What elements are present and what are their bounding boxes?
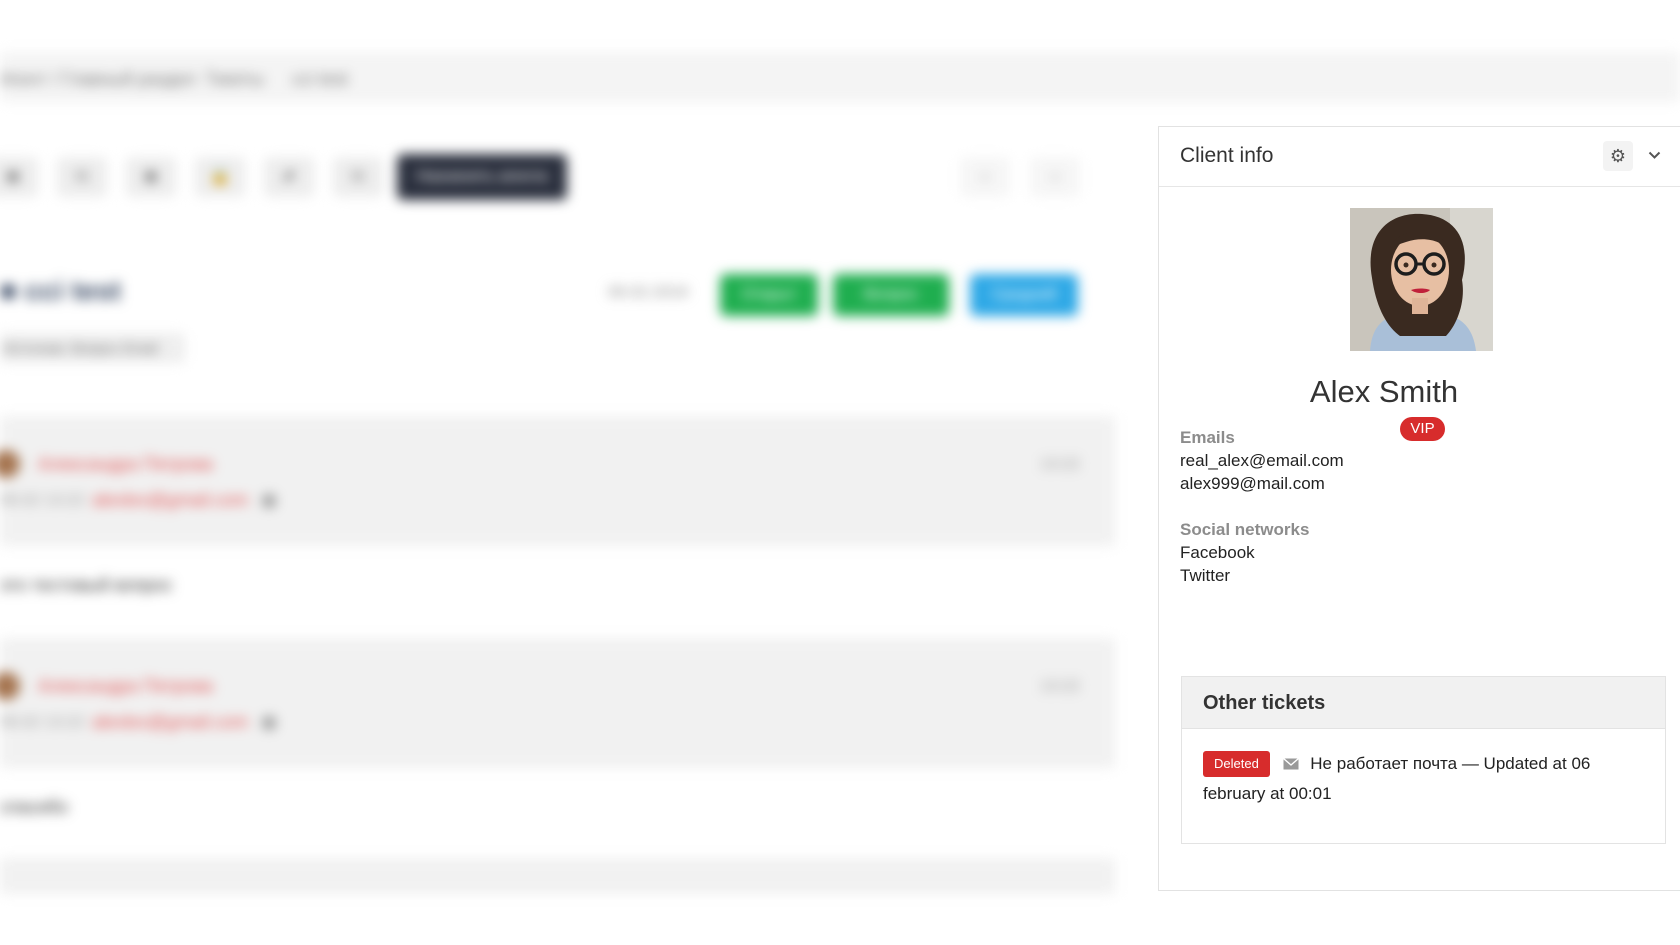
toolbar-button-1[interactable]: ◉ <box>0 157 38 197</box>
chevron-down-icon[interactable] <box>1641 141 1667 171</box>
vip-badge: VIP <box>1400 417 1445 441</box>
app-screen: Агент / Главный раздел Тикеты ссі test ◉… <box>0 0 1680 945</box>
toolbar-button-5[interactable]: ⬈ <box>264 157 314 197</box>
lock-button[interactable]: 🔒 <box>195 157 245 197</box>
client-name: Alex Smith <box>1309 374 1459 409</box>
client-photo <box>1350 208 1493 351</box>
breadcrumb-item-home[interactable]: Агент / Главный раздел <box>0 69 196 90</box>
message-email[interactable]: alexlex@gmail.com <box>92 712 248 733</box>
next-ticket-button[interactable]: › <box>1030 157 1080 197</box>
prev-ticket-button[interactable]: ‹ <box>960 157 1010 197</box>
other-tickets-title: Other tickets <box>1203 692 1326 714</box>
breadcrumb-item-current: ссі test <box>292 69 349 89</box>
message-body: спасибо <box>0 797 69 817</box>
eye-icon <box>262 716 276 730</box>
emails-label: Emails <box>1180 428 1235 447</box>
ticket-date: 06.02.2019 <box>608 284 689 301</box>
message-header <box>0 858 1115 894</box>
message-date: 06.02 13:22 <box>0 714 85 731</box>
assign-agent-button[interactable]: Назначить агента <box>397 154 567 200</box>
other-tickets-header: Other tickets <box>1182 677 1665 729</box>
message-author[interactable]: Александра Петрова <box>38 676 213 697</box>
social-link-facebook[interactable]: Facebook <box>1180 543 1255 563</box>
message-time: 13:22 <box>1040 456 1081 473</box>
other-ticket-item[interactable]: Deleted Не работает почта — Updated at 0… <box>1203 749 1648 808</box>
message-time: 13:22 <box>1040 678 1081 695</box>
breadcrumb-item-tickets[interactable]: Тикеты <box>205 69 264 90</box>
email-item[interactable]: real_alex@email.com <box>1180 451 1344 471</box>
other-tickets-box: Other tickets Deleted Не работает почта … <box>1181 676 1666 844</box>
priority-tag[interactable]: Средний <box>970 274 1078 316</box>
eye-icon <box>262 494 276 508</box>
client-info-panel: Client info ⚙ Alex Smith VIP Emails real… <box>1158 126 1680 891</box>
message-author[interactable]: Александра Петрова <box>38 454 213 475</box>
toolbar-button-2[interactable]: ⧉ <box>57 157 107 197</box>
panel-title: Client info <box>1180 144 1274 167</box>
gear-icon[interactable]: ⚙ <box>1603 141 1633 171</box>
type-tag[interactable]: Вопрос <box>833 274 949 316</box>
panel-header: Client info ⚙ <box>1159 127 1680 187</box>
toolbar-button-3[interactable]: ◉ <box>126 157 176 197</box>
message-body: это тестовый вопрос <box>0 575 173 595</box>
status-badge: Deleted <box>1203 751 1270 777</box>
toolbar-button-6[interactable]: ⧉ <box>333 157 383 197</box>
ticket-title: ■ ссі test <box>0 275 122 306</box>
message-date: 06.02 13:22 <box>0 492 85 509</box>
ticket-source: Источник: Вопрос Email <box>0 333 185 363</box>
social-networks-label: Social networks <box>1180 520 1310 539</box>
social-link-twitter[interactable]: Twitter <box>1180 566 1230 586</box>
status-tag[interactable]: Открыт <box>720 274 818 316</box>
envelope-icon <box>1282 750 1299 779</box>
message-email[interactable]: alexlex@gmail.com <box>92 490 248 511</box>
message-header <box>0 638 1115 768</box>
message-header <box>0 416 1115 546</box>
email-item[interactable]: alex999@mail.com <box>1180 474 1325 494</box>
